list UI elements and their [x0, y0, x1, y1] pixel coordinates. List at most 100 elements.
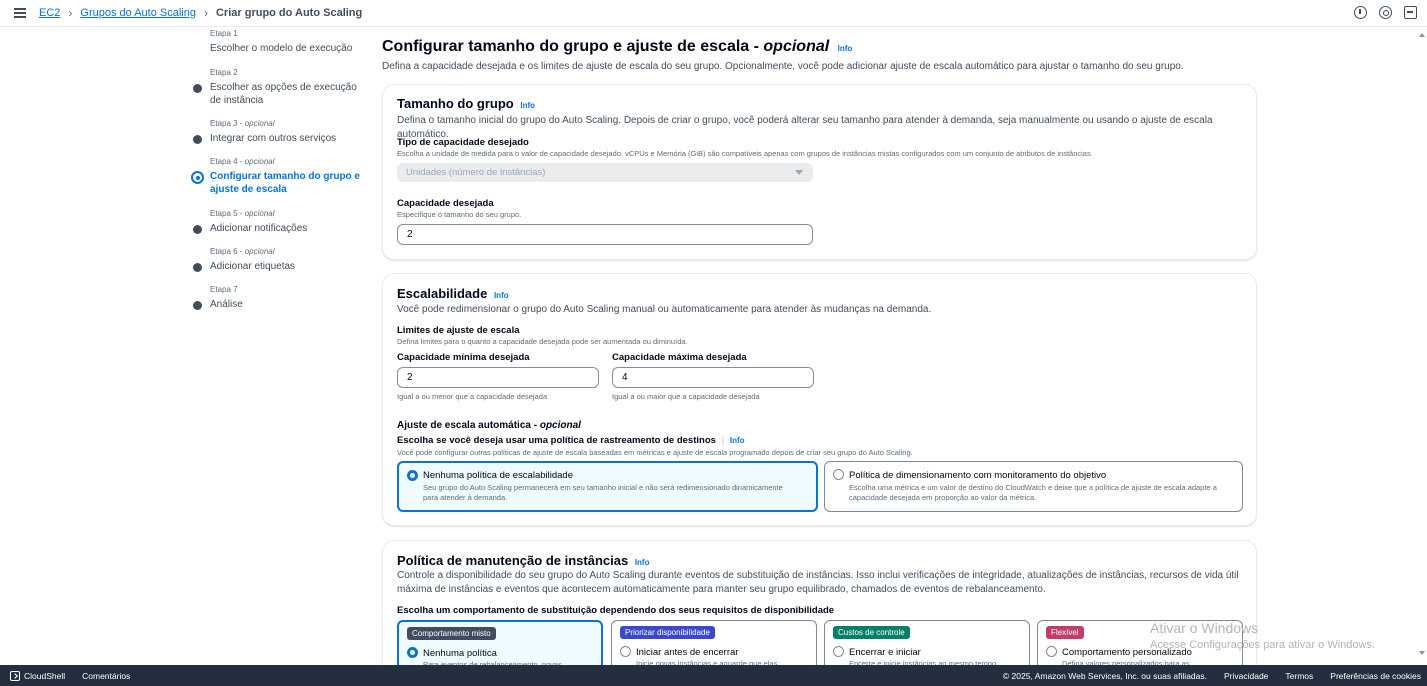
info-link[interactable]: Info: [730, 436, 745, 445]
desired-capacity-hint: Especifique o tamanho do seu grupo.: [397, 210, 522, 219]
capacity-type-select[interactable]: Unidades (número de instâncias): [397, 163, 813, 182]
radio-unselected[interactable]: [620, 646, 631, 657]
hamburger-menu-icon[interactable]: [14, 8, 26, 18]
min-capacity-input[interactable]: 2: [397, 367, 599, 388]
breadcrumb-current: Criar grupo do Auto Scaling: [215, 7, 363, 19]
group-size-title: Tamanho do grupo Info: [397, 96, 536, 111]
windows-activation-watermark-sub: Acesse Configurações para ativar o Windo…: [1150, 639, 1375, 651]
radio-unselected[interactable]: [1046, 646, 1057, 657]
feedback-link[interactable]: Comentários: [82, 671, 130, 681]
policy-question: Escolha se você deseja usar uma política…: [397, 435, 745, 446]
info-link[interactable]: Info: [838, 44, 853, 53]
step-kicker: Etapa 3 - opcional: [210, 119, 275, 128]
desired-capacity-label: Capacidade desejada: [397, 198, 494, 209]
chevron-right-icon: ›: [203, 6, 208, 20]
desired-capacity-input[interactable]: 2: [397, 224, 813, 245]
scroll-up-arrow-icon[interactable]: [1419, 33, 1425, 37]
breadcrumb-auto-scaling-groups[interactable]: Grupos do Auto Scaling: [80, 7, 196, 19]
scaling-description: Você pode redimensionar o grupo do Auto …: [397, 304, 932, 315]
step-title[interactable]: Configurar tamanho do grupo e ajuste de …: [210, 170, 370, 196]
breadcrumb-ec2[interactable]: EC2: [39, 7, 60, 19]
top-right-icons: [1354, 6, 1417, 19]
tile-title: Iniciar antes de encerrar: [636, 647, 739, 658]
active-step-indicator: [191, 171, 204, 184]
max-capacity-input[interactable]: 4: [612, 367, 814, 388]
step-kicker: Etapa 7: [210, 285, 238, 294]
top-navigation-bar: EC2 › Grupos do Auto Scaling › Criar gru…: [0, 0, 1427, 27]
auto-scaling-label: Ajuste de escala automática - opcional: [397, 420, 581, 431]
maintenance-option-none[interactable]: Comportamento misto Nenhuma política Par…: [397, 620, 603, 670]
cookie-preferences-link[interactable]: Preferências de cookies: [1330, 671, 1421, 681]
target-tracking-policy-tile[interactable]: Política de dimensionamento com monitora…: [824, 461, 1243, 512]
radio-selected[interactable]: [407, 470, 418, 481]
page-title: Configurar tamanho do grupo e ajuste de …: [382, 38, 853, 55]
capacity-type-value: Unidades (número de instâncias): [406, 167, 546, 178]
step-title[interactable]: Escolher o modelo de execução: [210, 42, 370, 55]
cloudshell-label: CloudShell: [24, 670, 66, 681]
step-kicker: Etapa 1: [210, 29, 238, 38]
caret-down-icon: [795, 170, 803, 175]
windows-activation-watermark: Ativar o Windows: [1150, 620, 1259, 636]
min-capacity-hint: Igual a ou menor que a capacidade deseja…: [397, 392, 548, 401]
chevron-right-icon: ›: [68, 6, 73, 20]
step-dot: [193, 301, 202, 310]
page-description: Defina a capacidade desejada e os limite…: [382, 61, 1184, 72]
group-size-card: Tamanho do grupo Info Defina o tamanho i…: [382, 84, 1257, 260]
no-scaling-policy-tile[interactable]: Nenhuma política de escalabilidade Seu g…: [397, 461, 818, 512]
tile-title: Nenhuma política de escalabilidade: [423, 470, 573, 481]
tile-description: Escolha uma métrica e um valor de destin…: [849, 483, 1217, 502]
maintenance-title: Política de manutenção de instâncias Inf…: [397, 553, 650, 568]
tile-title: Nenhuma política: [423, 648, 497, 659]
maintenance-description: Controle a disponibilidade do seu grupo …: [397, 570, 1239, 595]
step-title[interactable]: Análise: [210, 298, 370, 311]
step-kicker: Etapa 2: [210, 68, 238, 77]
copyright-text: © 2025, Amazon Web Services, Inc. ou sua…: [1002, 670, 1207, 681]
tile-title: Política de dimensionamento com monitora…: [849, 470, 1107, 481]
replacement-behavior-label: Escolha um comportamento de substituição…: [397, 605, 835, 616]
step-dot: [193, 135, 202, 144]
scroll-down-arrow-icon[interactable]: [1419, 651, 1425, 655]
info-link[interactable]: Info: [635, 558, 650, 567]
min-capacity-label: Capacidade mínima desejada: [397, 352, 530, 363]
badge: Comportamento misto: [407, 627, 496, 640]
capacity-type-hint: Escolha a unidade de medida para o valor…: [397, 149, 1093, 158]
step-title[interactable]: Adicionar notificações: [210, 222, 370, 235]
step-kicker: Etapa 4 - opcional: [210, 157, 275, 166]
info-link[interactable]: Info: [494, 291, 509, 300]
maintenance-policy-card: Política de manutenção de instâncias Inf…: [382, 540, 1257, 680]
info-circle-icon[interactable]: [1354, 6, 1367, 19]
scaling-limits-hint: Defina limites para o quanto a capacidad…: [397, 337, 688, 346]
settings-icon[interactable]: [1379, 6, 1392, 19]
step-title[interactable]: Integrar com outros serviços: [210, 132, 370, 145]
footer-right: © 2025, Amazon Web Services, Inc. ou sua…: [1003, 671, 1421, 681]
capacity-type-label: Tipo de capacidade desejado: [397, 137, 529, 148]
info-link[interactable]: Info: [520, 101, 535, 110]
terms-link[interactable]: Termos: [1285, 671, 1313, 681]
step-title[interactable]: Adicionar etiquetas: [210, 260, 370, 273]
console-footer: CloudShell Comentários © 2025, Amazon We…: [0, 665, 1427, 686]
badge: Flexível: [1046, 626, 1084, 639]
radio-unselected[interactable]: [833, 646, 844, 657]
policy-hint: Você pode configurar outras políticas de…: [397, 448, 913, 457]
scaling-card: Escalabilidade Info Você pode redimensio…: [382, 273, 1257, 526]
radio-selected[interactable]: [407, 647, 418, 658]
max-capacity-label: Capacidade máxima desejada: [612, 352, 747, 363]
cloudshell-button[interactable]: CloudShell: [10, 670, 66, 681]
step-kicker: Etapa 6 - opcional: [210, 247, 275, 256]
step-dot: [193, 225, 202, 234]
badge: Priorizar disponibilidade: [620, 626, 715, 639]
scaling-limits-label: Limites de ajuste de escala: [397, 325, 520, 336]
feedback-icon[interactable]: [1404, 6, 1417, 19]
radio-unselected[interactable]: [833, 469, 844, 480]
step-dot: [193, 84, 202, 93]
maintenance-option-terminate-and-launch[interactable]: Custos de controle Encerrar e iniciar En…: [824, 620, 1030, 670]
tile-title: Encerrar e iniciar: [849, 647, 921, 658]
scaling-title: Escalabilidade Info: [397, 286, 509, 301]
step-title[interactable]: Escolher as opções de execução de instân…: [210, 81, 370, 107]
tile-description: Seu grupo do Auto Scaling permanecerá em…: [423, 483, 783, 502]
maintenance-option-launch-before-terminate[interactable]: Priorizar disponibilidade Iniciar antes …: [611, 620, 817, 670]
step-dot: [193, 263, 202, 272]
terminal-icon: [10, 670, 20, 681]
privacy-link[interactable]: Privacidade: [1224, 671, 1268, 681]
badge: Custos de controle: [833, 626, 910, 639]
